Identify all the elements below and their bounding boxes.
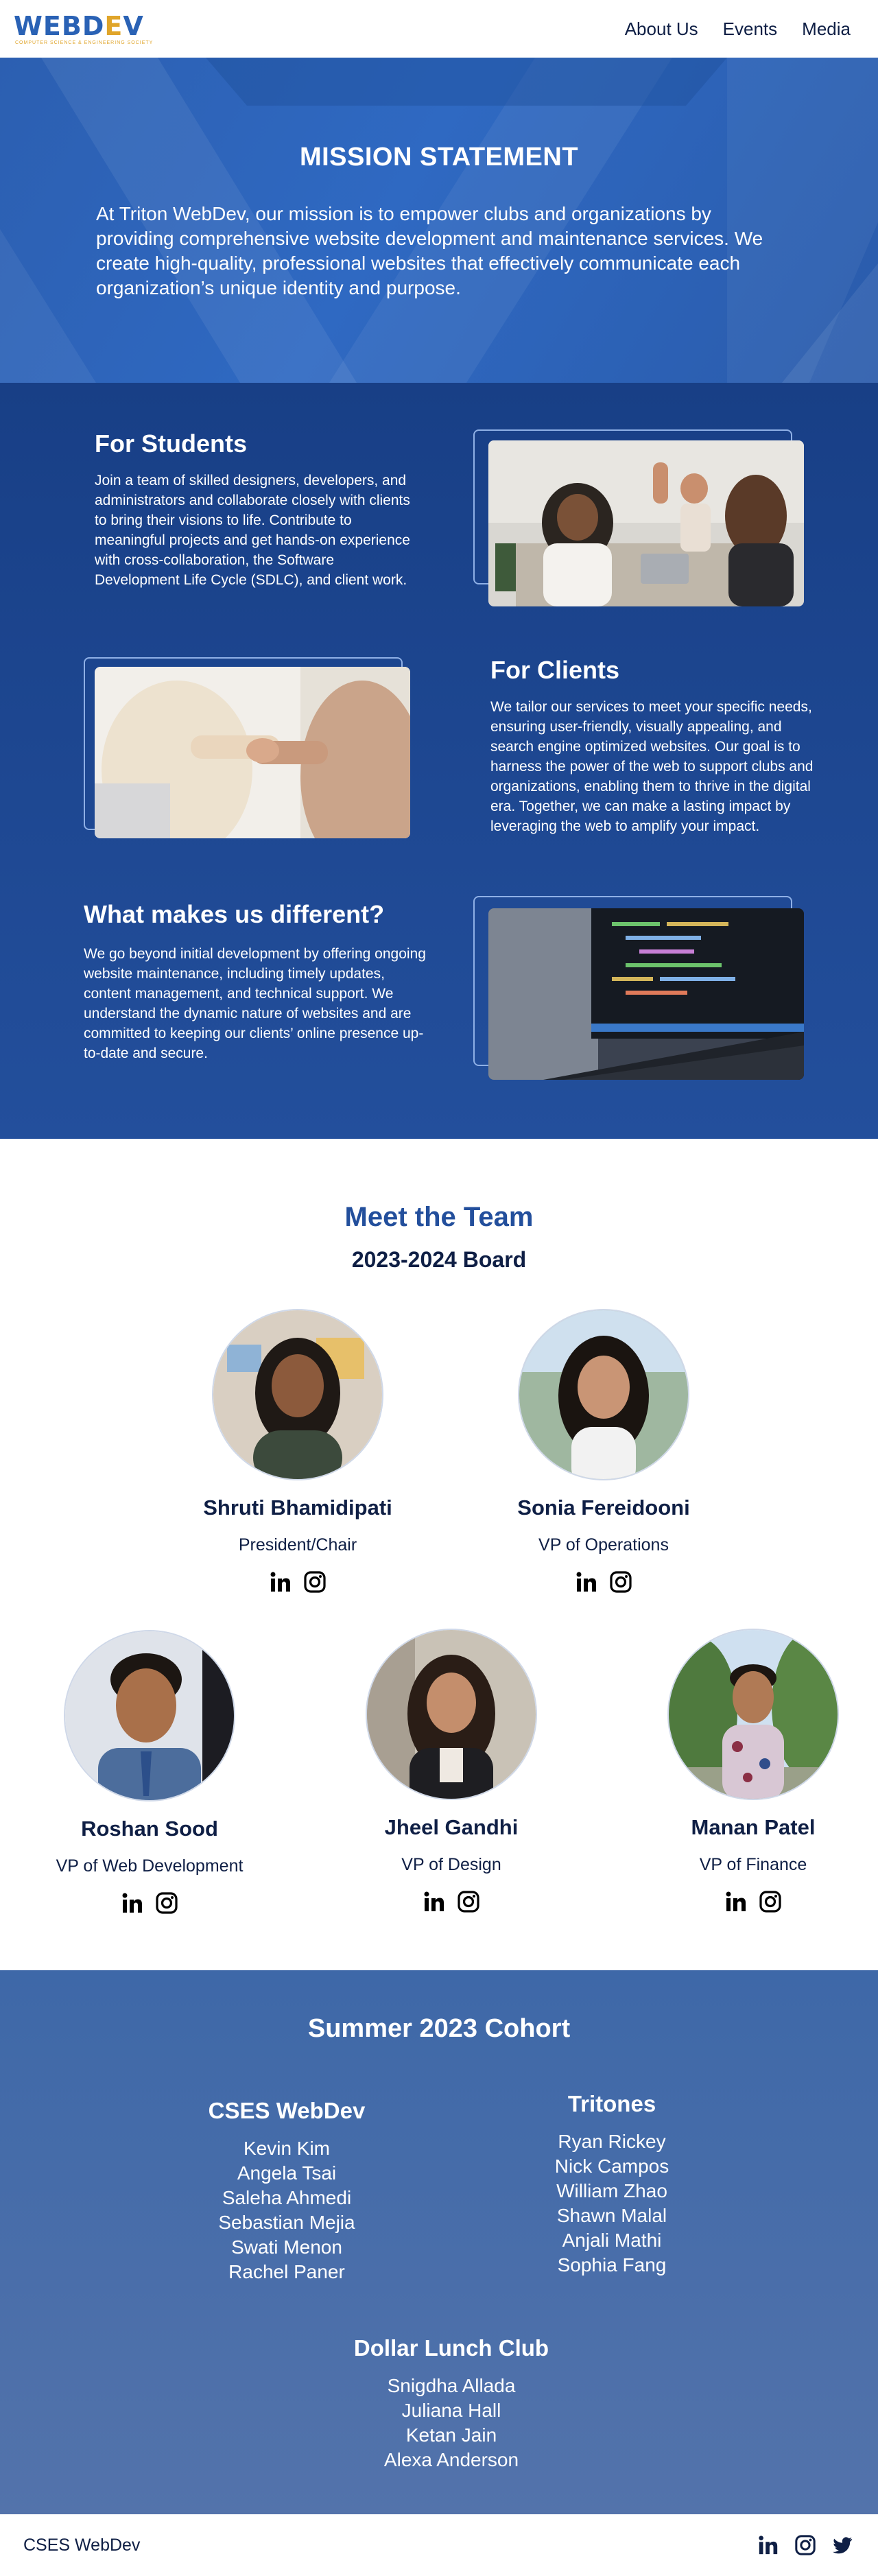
cohort-member: Ketan Jain bbox=[405, 2424, 497, 2446]
cohort-member: Sophia Fang bbox=[557, 2254, 667, 2276]
member-role: VP of Finance bbox=[699, 1855, 807, 1874]
linkedin-icon[interactable] bbox=[575, 1570, 598, 1594]
member-socials bbox=[616, 1890, 878, 1913]
member-avatar bbox=[65, 1631, 234, 1800]
feature-title-clients: For Clients bbox=[490, 656, 620, 684]
cohort-member: Rachel Paner bbox=[228, 2261, 345, 2282]
member-name: Roshan Sood bbox=[81, 1817, 218, 1841]
cohort-member: Sebastian Mejia bbox=[218, 2212, 355, 2233]
features-section: For Students Join a team of skilled desi… bbox=[0, 383, 878, 1139]
cohort-member: Alexa Anderson bbox=[383, 2449, 519, 2470]
team-member-card: Sonia Fereidooni VP of Operations bbox=[466, 1310, 741, 1594]
instagram-icon[interactable] bbox=[155, 1891, 178, 1915]
team-member-card: Manan Patel VP of Finance bbox=[616, 1630, 878, 1913]
cohort-member: Saleha Ahmedi bbox=[222, 2187, 352, 2208]
laptop-code-photo-icon bbox=[488, 908, 804, 1080]
cohort-section: Summer 2023 Cohort CSES WebDev Kevin Kim… bbox=[0, 1970, 878, 2514]
linkedin-icon[interactable] bbox=[423, 1890, 446, 1913]
cohort-group-title: Dollar Lunch Club bbox=[353, 2335, 549, 2361]
board-title: 2023-2024 Board bbox=[351, 1247, 527, 1272]
nav-link-events[interactable]: Events bbox=[723, 19, 778, 40]
instagram-icon[interactable] bbox=[457, 1890, 480, 1913]
member-name: Shruti Bhamidipati bbox=[203, 1496, 392, 1520]
instagram-icon[interactable] bbox=[794, 2534, 816, 2556]
member-role: VP of Design bbox=[401, 1855, 501, 1874]
cohort-member: Juliana Hall bbox=[401, 2400, 501, 2421]
webdev-logo[interactable]: WEBDEV COMPUTER SCIENCE & ENGINEERING SO… bbox=[14, 13, 153, 45]
cohort-member: William Zhao bbox=[556, 2180, 667, 2201]
member-avatar bbox=[519, 1310, 688, 1479]
feature-title-students: For Students bbox=[95, 429, 247, 458]
team-title: Meet the Team bbox=[344, 1202, 534, 1232]
member-name: Sonia Fereidooni bbox=[517, 1496, 690, 1520]
team-member-card: Shruti Bhamidipati President/Chair bbox=[161, 1310, 435, 1594]
mission-section: MISSION STATEMENT At Triton WebDev, our … bbox=[0, 58, 878, 383]
feature-text-different: We go beyond initial development by offe… bbox=[84, 946, 426, 1061]
nav-link-about-us[interactable]: About Us bbox=[625, 19, 698, 40]
instagram-icon[interactable] bbox=[609, 1570, 632, 1594]
instagram-icon[interactable] bbox=[303, 1570, 327, 1594]
instagram-icon[interactable] bbox=[759, 1890, 782, 1913]
feature-title-different: What makes us different? bbox=[84, 900, 385, 928]
member-name: Manan Patel bbox=[691, 1815, 816, 1839]
cohort-member: Angela Tsai bbox=[237, 2162, 337, 2184]
team-member-card: Roshan Sood VP of Web Development bbox=[12, 1631, 287, 1915]
member-avatar bbox=[367, 1630, 536, 1799]
twitter-icon[interactable] bbox=[831, 2534, 853, 2556]
footer: CSES WebDev bbox=[0, 2514, 878, 2576]
cohort-member: Snigdha Allada bbox=[387, 2375, 516, 2396]
logo-tagline: COMPUTER SCIENCE & ENGINEERING SOCIETY bbox=[15, 40, 154, 45]
mission-title: MISSION STATEMENT bbox=[299, 143, 579, 172]
top-nav: WEBDEV COMPUTER SCIENCE & ENGINEERING SO… bbox=[0, 0, 878, 58]
team-section: Meet the Team 2023-2024 Board Shruti Bha… bbox=[0, 1139, 878, 1970]
member-avatar bbox=[213, 1310, 382, 1479]
cohort-title: Summer 2023 Cohort bbox=[307, 2014, 571, 2043]
feature-text-students: Join a team of skilled designers, develo… bbox=[95, 473, 410, 588]
team-member-card: Jheel Gandhi VP of Design bbox=[314, 1630, 589, 1913]
member-socials bbox=[161, 1570, 435, 1594]
logo-wordmark: WEBDEV bbox=[14, 10, 144, 41]
member-role: President/Chair bbox=[238, 1535, 357, 1555]
member-role: VP of Operations bbox=[538, 1535, 669, 1555]
cohort-member: Kevin Kim bbox=[243, 2138, 331, 2159]
member-name: Jheel Gandhi bbox=[384, 1815, 519, 1839]
member-socials bbox=[314, 1890, 589, 1913]
linkedin-icon[interactable] bbox=[121, 1891, 144, 1915]
nav-link-media[interactable]: Media bbox=[802, 19, 851, 40]
feature-text-clients: We tailor our services to meet your spec… bbox=[490, 699, 814, 834]
cohort-group: CSES WebDev Kevin Kim Angela Tsai Saleha… bbox=[143, 2098, 431, 2284]
member-socials bbox=[12, 1891, 287, 1915]
cohort-member: Anjali Mathi bbox=[562, 2230, 662, 2251]
footer-socials bbox=[757, 2534, 853, 2556]
footer-brand: CSES WebDev bbox=[23, 2535, 141, 2555]
member-avatar bbox=[669, 1630, 838, 1799]
member-role: VP of Web Development bbox=[56, 1856, 244, 1876]
cohort-member: Ryan Rickey bbox=[558, 2131, 666, 2152]
linkedin-icon[interactable] bbox=[724, 1890, 748, 1913]
nav-links: About Us Events Media bbox=[625, 19, 851, 40]
mission-text: At Triton WebDev, our mission is to empo… bbox=[96, 203, 763, 298]
cohort-member: Nick Campos bbox=[554, 2155, 669, 2177]
member-socials bbox=[466, 1570, 741, 1594]
cohort-member: Swati Menon bbox=[231, 2236, 342, 2258]
cohort-group: Dollar Lunch Club Snigdha Allada Juliana… bbox=[307, 2335, 595, 2472]
cohort-group-title: CSES WebDev bbox=[208, 2098, 366, 2123]
linkedin-icon[interactable] bbox=[269, 1570, 292, 1594]
handshake-photo-icon bbox=[95, 667, 410, 838]
linkedin-icon[interactable] bbox=[757, 2534, 779, 2556]
cohort-member: Shawn Malal bbox=[556, 2205, 667, 2226]
team-high-five-photo-icon bbox=[488, 440, 804, 606]
cohort-group-title: Tritones bbox=[567, 2091, 656, 2116]
cohort-group: Tritones Ryan Rickey Nick Campos William… bbox=[468, 2091, 756, 2278]
